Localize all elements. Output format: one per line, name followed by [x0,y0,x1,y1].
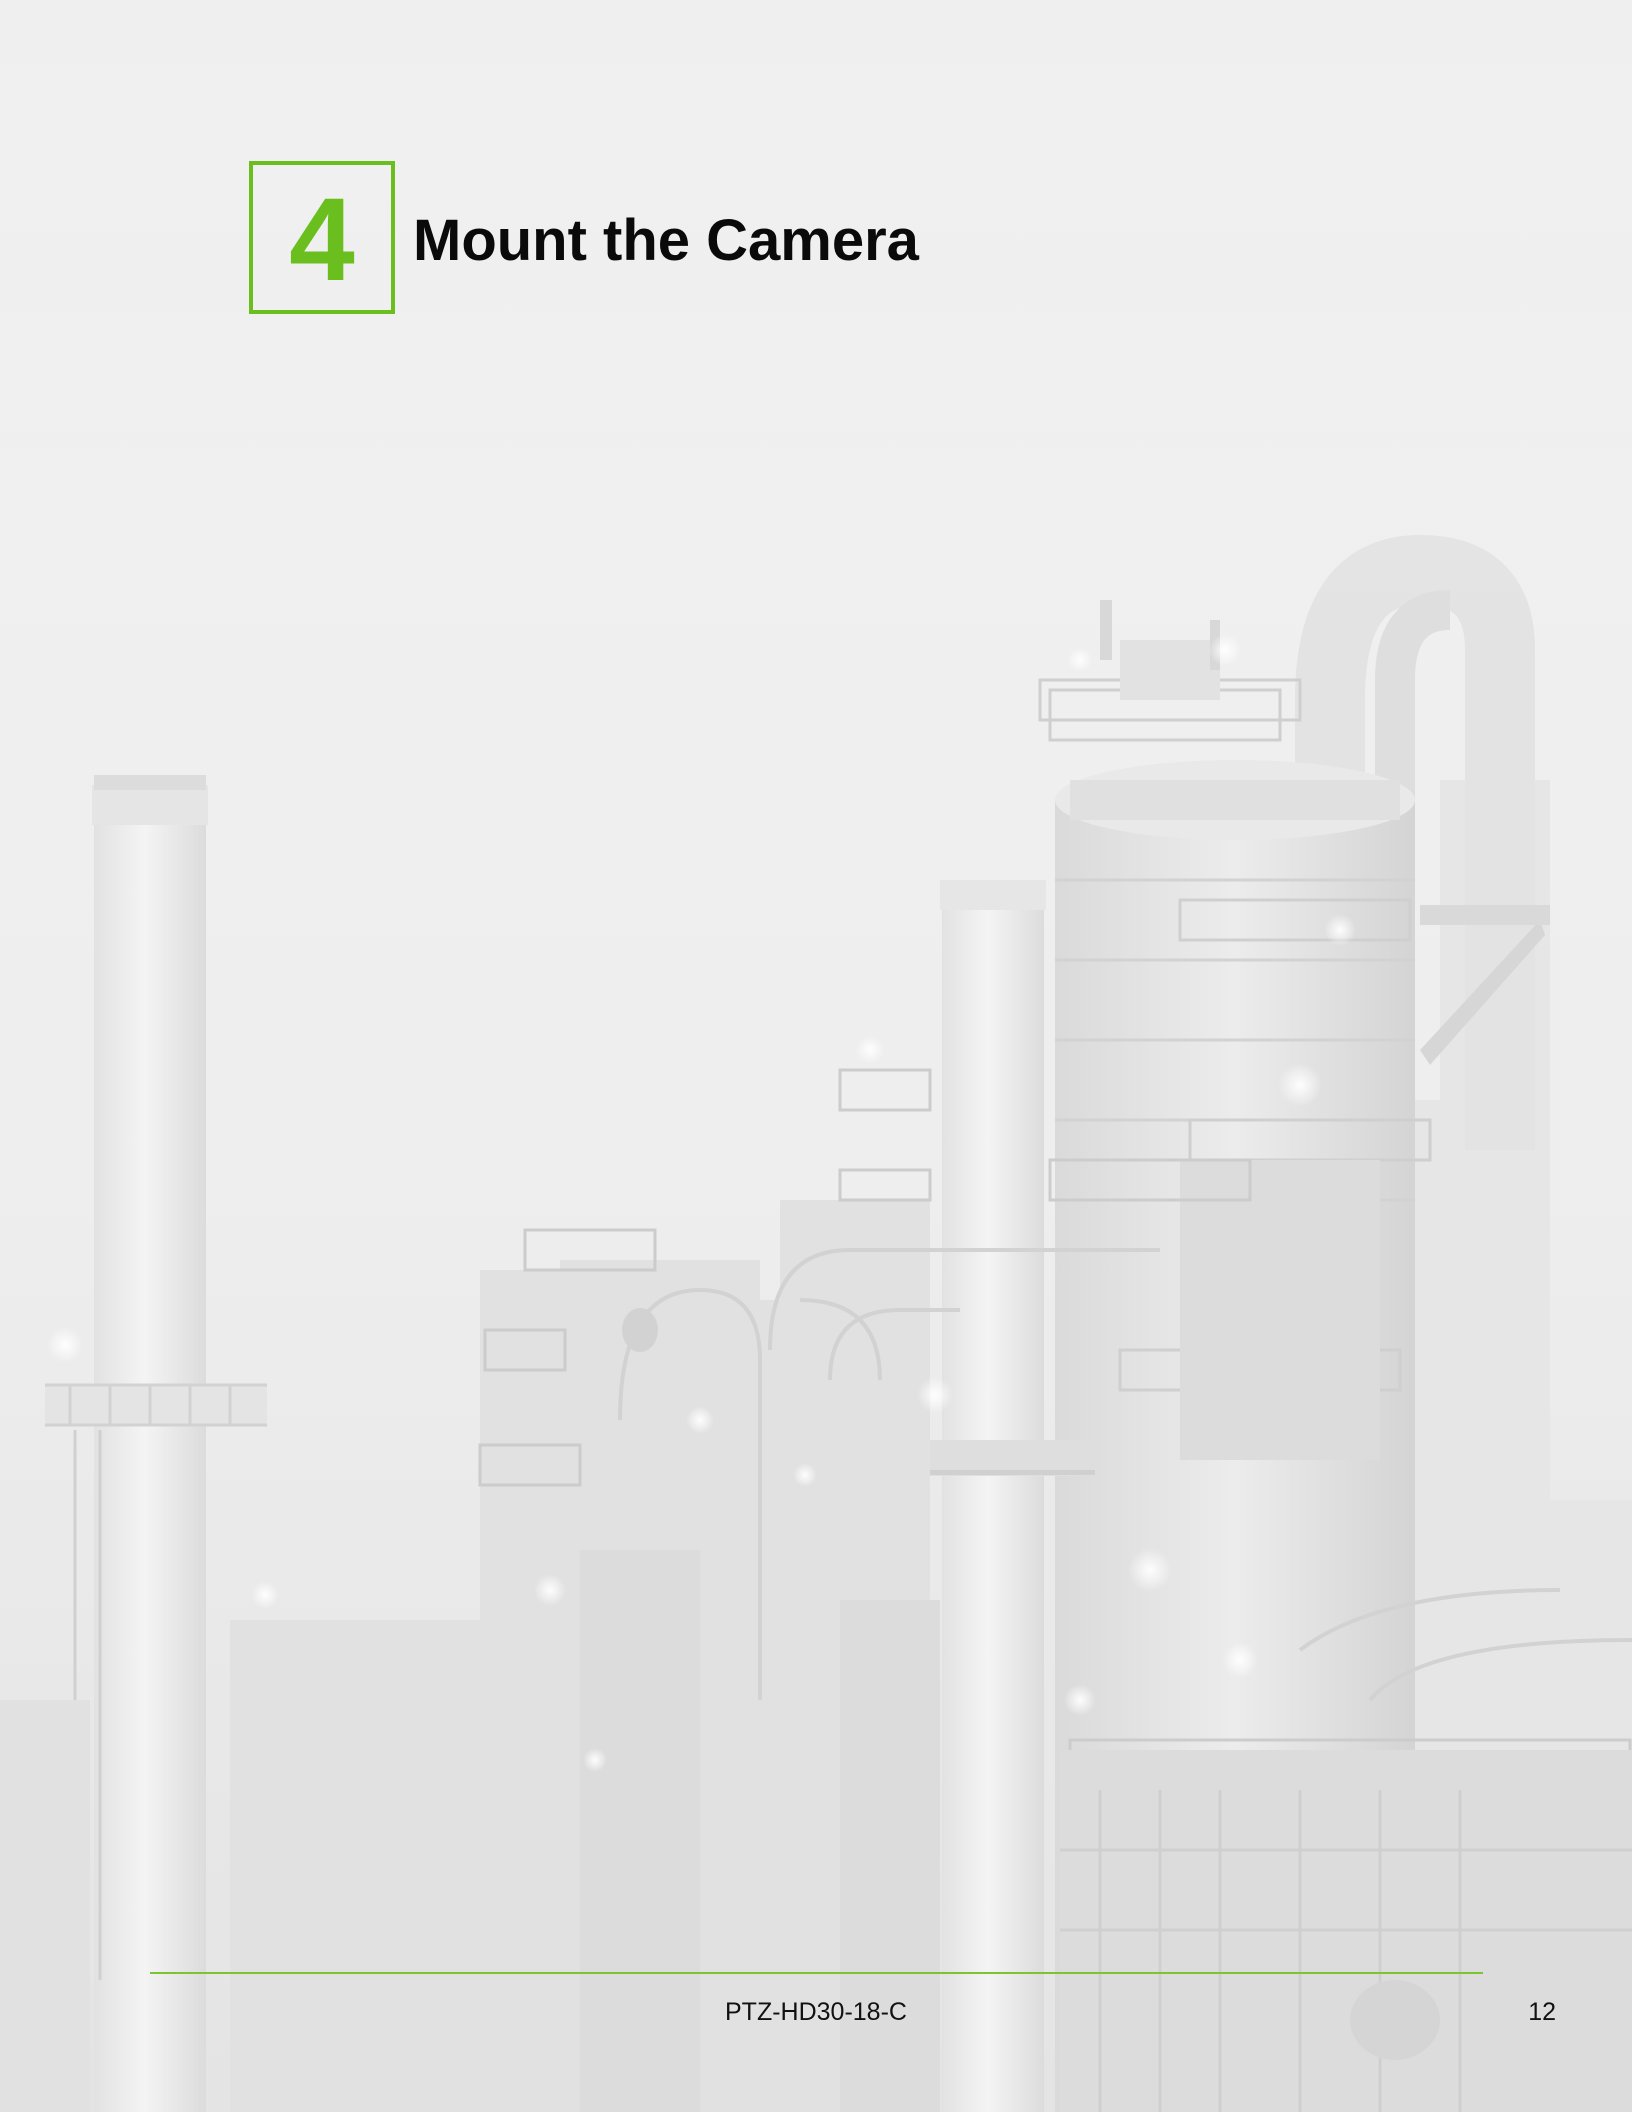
refinery-background-image [0,0,1632,2112]
footer-page-number: 12 [1528,1998,1556,2026]
footer-document-id: PTZ-HD30-18-C [725,1998,907,2026]
chapter-title: Mount the Camera [413,208,919,273]
chapter-number: 4 [289,173,355,306]
footer-divider [150,1972,1483,1974]
chapter-number-box: 4 [249,161,395,314]
